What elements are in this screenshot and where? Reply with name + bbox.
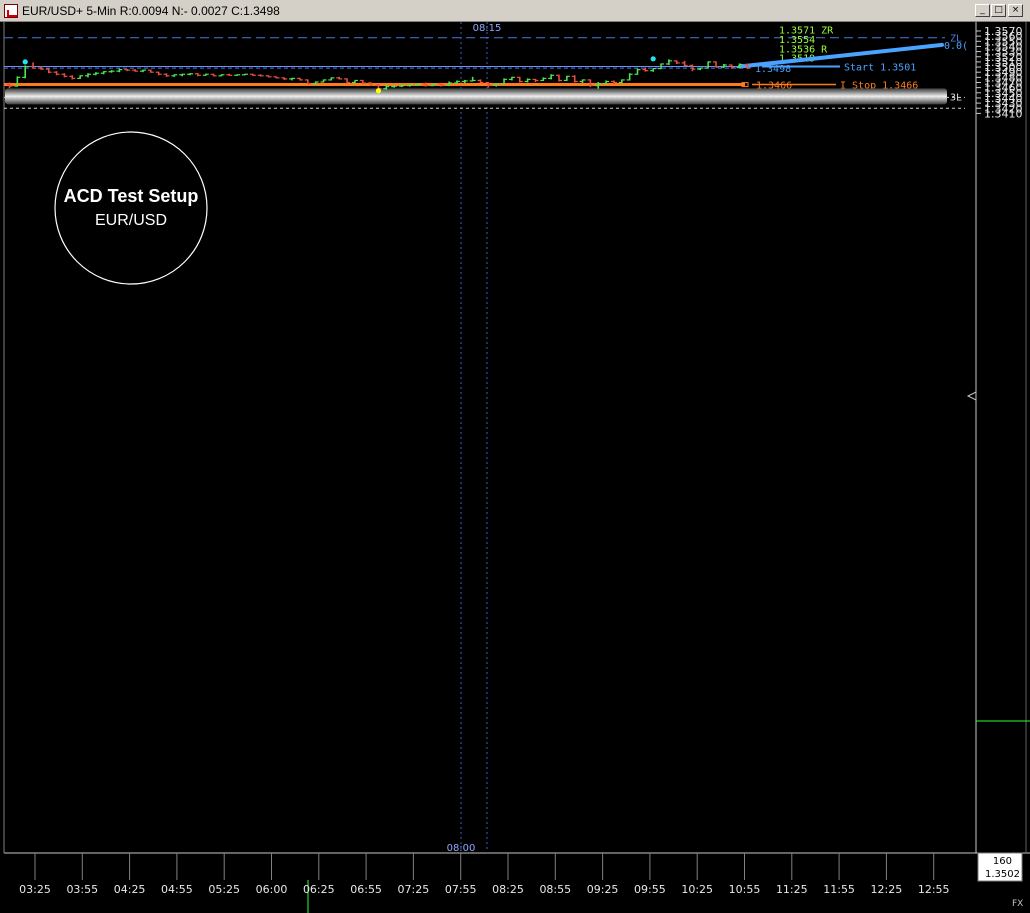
badge-symbol: EUR/USD: [95, 212, 167, 229]
projection-label: 0.0(: [944, 41, 968, 52]
time-tick-label: 03:25: [19, 883, 51, 896]
time-tick-label: 06:00: [256, 883, 288, 896]
title-bar[interactable]: EUR/USD+ 5-Min R:0.0094 N:- 0.0027 C:1.3…: [0, 0, 1030, 22]
time-tick-label: 04:25: [114, 883, 146, 896]
time-tick-label: 06:25: [303, 883, 335, 896]
maximize-button[interactable]: □: [991, 4, 1006, 17]
time-tick-label: 11:55: [823, 883, 855, 896]
minimize-button[interactable]: _: [975, 4, 990, 17]
levels-layer: ZLStart 1.35011.34981.3466 I Stop 1.34663…: [4, 25, 968, 109]
time-tick-label: 12:55: [918, 883, 950, 896]
top-time-label: 08:15: [473, 23, 502, 34]
time-axis: 03:25 03:55 04:25 04:55 05:25 06:00 06:25 06:55…: [19, 853, 950, 896]
app-icon: [4, 4, 18, 18]
pivot-marker: [375, 88, 382, 94]
price-chart[interactable]: 08:15 08:00 ACD Test Setup EUR/USD ZLSta…: [0, 22, 1030, 913]
time-tick-label: 07:55: [445, 883, 477, 896]
time-tick-label: 06:55: [350, 883, 382, 896]
plot-area: [4, 22, 976, 853]
time-tick-label: 04:55: [161, 883, 193, 896]
time-tick-label: 07:25: [398, 883, 430, 896]
time-tick-label: 11:25: [776, 883, 808, 896]
status-volume: 160: [993, 856, 1012, 867]
status-price: 1.3502: [985, 869, 1020, 880]
price-tick-label: 1.3410: [984, 107, 1023, 120]
window-title: EUR/USD+ 5-Min R:0.0094 N:- 0.0027 C:1.3…: [22, 4, 280, 18]
start-level-label: Start 1.3501: [844, 63, 916, 74]
badge-title: ACD Test Setup: [64, 186, 199, 206]
time-tick-label: 09:55: [634, 883, 666, 896]
time-tick-label: 08:25: [492, 883, 524, 896]
time-tick-label: 08:55: [539, 883, 571, 896]
bottom-time-label: 08:00: [447, 843, 476, 854]
fx-label: FX: [1012, 899, 1023, 909]
time-tick-label: 12:25: [871, 883, 903, 896]
time-tick-label: 03:55: [66, 883, 98, 896]
pivot-marker: [22, 59, 28, 65]
3l-level-band: [5, 88, 947, 105]
time-tick-label: 10:55: [729, 883, 761, 896]
time-tick-label: 10:25: [681, 883, 713, 896]
pivot-marker: [650, 56, 656, 62]
close-button[interactable]: ×: [1008, 4, 1023, 17]
time-tick-label: 05:25: [208, 883, 240, 896]
time-tick-label: 09:25: [587, 883, 619, 896]
chart-window: EUR/USD+ 5-Min R:0.0094 N:- 0.0027 C:1.3…: [0, 0, 1030, 913]
